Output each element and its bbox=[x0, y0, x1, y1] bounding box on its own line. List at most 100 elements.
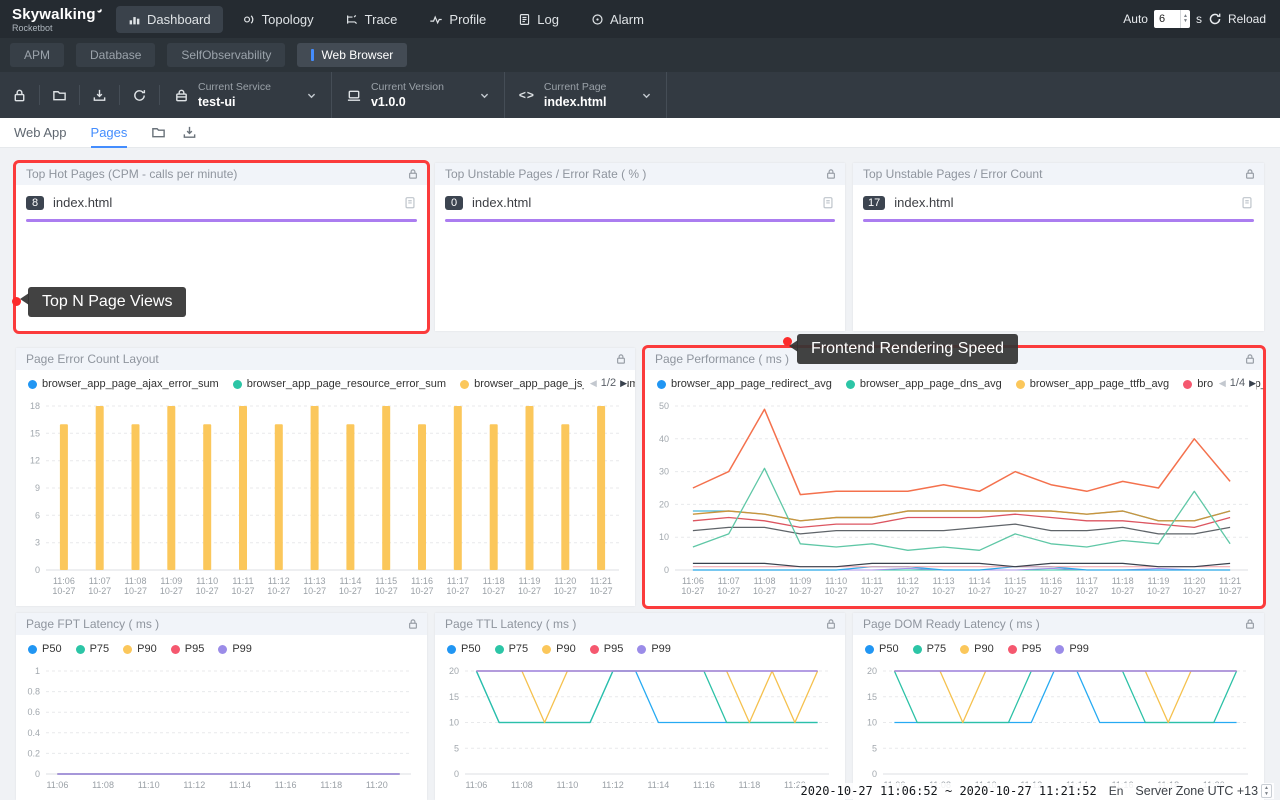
chart-canvas[interactable]: 0102030405011:0610-2711:0710-2711:0810-2… bbox=[645, 396, 1264, 604]
annotation-tooltip: Frontend Rendering Speed bbox=[797, 334, 1018, 364]
trace-icon bbox=[346, 13, 359, 26]
legend-item[interactable]: browser_app_page_ttfb_avg bbox=[1016, 378, 1169, 390]
legend-prev-icon[interactable]: ◀ bbox=[1219, 378, 1226, 389]
app-logo[interactable]: Skywalking Rocketbot bbox=[12, 6, 102, 33]
lock-icon[interactable] bbox=[825, 168, 837, 180]
chart-canvas[interactable]: 00.20.40.60.8111:0611:0811:1011:1211:141… bbox=[16, 661, 427, 798]
svg-text:11:1210-27: 11:1210-27 bbox=[267, 576, 290, 596]
svg-text:40: 40 bbox=[659, 434, 669, 444]
lock-icon[interactable] bbox=[1244, 618, 1256, 630]
copy-icon[interactable] bbox=[821, 195, 835, 210]
reload-icon[interactable] bbox=[1208, 12, 1222, 26]
tab-web-app[interactable]: Web App bbox=[14, 118, 67, 148]
panel-header: Top Hot Pages (CPM - calls per minute) bbox=[16, 163, 427, 185]
nav-item-profile[interactable]: Profile bbox=[417, 6, 498, 33]
svg-text:11:0610-27: 11:0610-27 bbox=[681, 576, 704, 596]
chevron-down-icon bbox=[306, 90, 317, 101]
legend-item[interactable]: P99 bbox=[1055, 643, 1089, 655]
legend-item[interactable]: P99 bbox=[218, 643, 252, 655]
svg-text:11:1410-27: 11:1410-27 bbox=[968, 576, 991, 596]
nav-item-trace[interactable]: Trace bbox=[334, 6, 410, 33]
legend-item[interactable]: P50 bbox=[447, 643, 481, 655]
svg-text:11:1110-27: 11:1110-27 bbox=[231, 576, 254, 596]
legend-dot-icon bbox=[542, 645, 551, 654]
time-range-picker[interactable]: 2020-10-27 11:06:52 ~ 2020-10-27 11:21:5… bbox=[801, 784, 1097, 798]
lock-icon[interactable] bbox=[407, 618, 419, 630]
legend-item[interactable]: P95 bbox=[171, 643, 205, 655]
layer-chip-database[interactable]: Database bbox=[76, 43, 155, 67]
legend-item[interactable]: P50 bbox=[865, 643, 899, 655]
nav-item-log[interactable]: Log bbox=[506, 6, 571, 33]
panel-header: Top Unstable Pages / Error Count bbox=[853, 163, 1264, 185]
zone-spinner-icon[interactable]: ▲▼ bbox=[1261, 784, 1272, 798]
download-icon[interactable] bbox=[182, 125, 197, 140]
svg-text:6: 6 bbox=[35, 510, 40, 520]
lock-icon[interactable] bbox=[1244, 353, 1256, 365]
main-nav: Dashboard Topology Trace Profile Log Ala… bbox=[116, 6, 656, 33]
tab-pages[interactable]: Pages bbox=[91, 118, 128, 148]
current-service-selector[interactable]: Current Service test-ui bbox=[160, 81, 331, 109]
chart-canvas[interactable]: 0510152011:0611:0811:1011:1211:1411:1611… bbox=[435, 661, 845, 798]
legend-dot-icon bbox=[590, 645, 599, 654]
folder-icon[interactable] bbox=[151, 125, 166, 140]
layer-chip-apm[interactable]: APM bbox=[10, 43, 64, 67]
legend-item[interactable]: browser_app_page_dns_avg bbox=[846, 378, 1002, 390]
import-tool-button[interactable] bbox=[80, 88, 119, 103]
legend-item[interactable]: browser_app_page_resource_error_sum bbox=[233, 378, 446, 390]
legend-item[interactable]: P75 bbox=[76, 643, 110, 655]
legend-prev-icon[interactable]: ◀ bbox=[590, 378, 597, 389]
lock-icon[interactable] bbox=[615, 353, 627, 365]
legend-item[interactable]: P95 bbox=[1008, 643, 1042, 655]
copy-icon[interactable] bbox=[403, 195, 417, 210]
list-item[interactable]: 8 index.html bbox=[26, 195, 417, 210]
list-item[interactable]: 0 index.html bbox=[445, 195, 835, 210]
legend-item[interactable]: P90 bbox=[542, 643, 576, 655]
copy-icon[interactable] bbox=[1240, 195, 1254, 210]
nav-item-alarm[interactable]: Alarm bbox=[579, 6, 656, 33]
chart-canvas[interactable]: 036912151811:0610-2711:0710-2711:0810-27… bbox=[16, 396, 635, 604]
lock-icon[interactable] bbox=[1244, 168, 1256, 180]
legend-item[interactable]: P95 bbox=[590, 643, 624, 655]
legend-item[interactable]: P75 bbox=[913, 643, 947, 655]
legend-dot-icon bbox=[28, 645, 37, 654]
current-page-selector[interactable]: <> Current Page index.html bbox=[505, 81, 667, 109]
legend-item[interactable]: browser_app_page_redirect_avg bbox=[657, 378, 832, 390]
nav-item-topology[interactable]: Topology bbox=[231, 6, 326, 33]
current-version-selector[interactable]: Current Version v1.0.0 bbox=[332, 81, 504, 109]
svg-text:11:1510-27: 11:1510-27 bbox=[1004, 576, 1027, 596]
sync-tool-button[interactable] bbox=[120, 88, 159, 103]
chart-canvas[interactable]: 0510152011:0611:0811:1011:1211:1411:1611… bbox=[853, 661, 1264, 798]
auto-interval-input[interactable]: 6 ▲▼ bbox=[1154, 10, 1190, 28]
lock-icon[interactable] bbox=[407, 168, 419, 180]
svg-text:11:18: 11:18 bbox=[738, 780, 760, 790]
legend-item[interactable]: P90 bbox=[123, 643, 157, 655]
lock-icon bbox=[12, 88, 27, 103]
lock-icon[interactable] bbox=[825, 618, 837, 630]
legend-dot-icon bbox=[913, 645, 922, 654]
layer-chip-web-browser[interactable]: Web Browser bbox=[297, 43, 407, 67]
legend-item[interactable]: P99 bbox=[637, 643, 671, 655]
list-item[interactable]: 17 index.html bbox=[863, 195, 1254, 210]
server-zone-label: Server Zone UTC + bbox=[1135, 784, 1244, 798]
legend-next-icon[interactable]: ▶ bbox=[620, 378, 627, 389]
svg-text:11:06: 11:06 bbox=[46, 780, 68, 790]
legend-item[interactable]: P50 bbox=[28, 643, 62, 655]
legend-item[interactable]: P90 bbox=[960, 643, 994, 655]
layer-chip-selfobservability[interactable]: SelfObservability bbox=[167, 43, 285, 67]
number-spinner-icon[interactable]: ▲▼ bbox=[1180, 10, 1190, 28]
server-zone-control[interactable]: Server Zone UTC +13 ▲▼ bbox=[1135, 784, 1272, 798]
reload-button[interactable]: Reload bbox=[1228, 12, 1266, 26]
nav-label: Dashboard bbox=[147, 12, 211, 27]
panel-title: Top Unstable Pages / Error Rate ( % ) bbox=[445, 167, 825, 181]
lock-tool-button[interactable] bbox=[0, 88, 39, 103]
nav-item-dashboard[interactable]: Dashboard bbox=[116, 6, 223, 33]
svg-text:11:2010-27: 11:2010-27 bbox=[554, 576, 577, 596]
language-selector[interactable]: En bbox=[1109, 784, 1124, 798]
folder-tool-button[interactable] bbox=[40, 88, 79, 103]
chart-legend: P50 P75 P90 P95 P99 bbox=[16, 635, 427, 661]
legend-next-icon[interactable]: ▶ bbox=[1249, 378, 1256, 389]
svg-text:11:0710-27: 11:0710-27 bbox=[88, 576, 111, 596]
legend-item[interactable]: P75 bbox=[495, 643, 529, 655]
nav-label: Alarm bbox=[610, 12, 644, 27]
legend-item[interactable]: browser_app_page_ajax_error_sum bbox=[28, 378, 219, 390]
